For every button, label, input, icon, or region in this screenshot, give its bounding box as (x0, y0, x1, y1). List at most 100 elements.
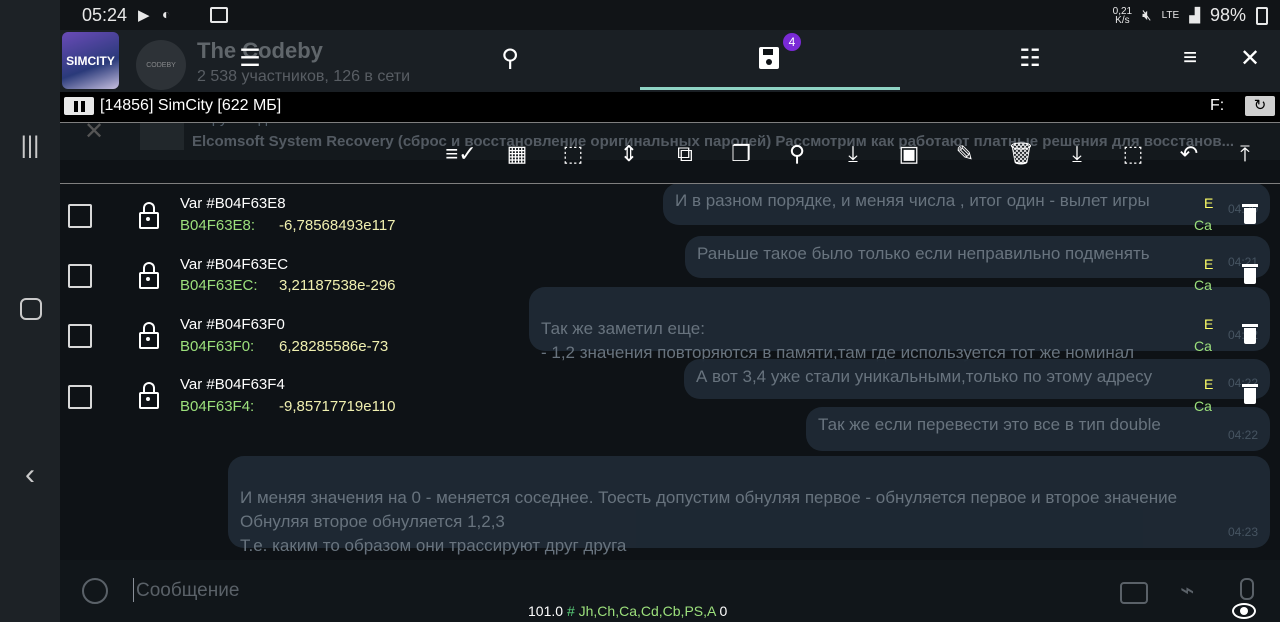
refresh-icon[interactable]: ↻ (1245, 96, 1275, 116)
camera-icon[interactable] (1120, 582, 1148, 604)
trash-icon[interactable] (1240, 322, 1260, 346)
gg-status-line: 101.0 # Jh,Ch,Ca,Cd,Cb,PS,A 0 (528, 603, 727, 619)
message-bubble[interactable]: Раньше такое было только если неправильн… (685, 236, 1270, 278)
message-text: И в разном порядке, и меняя числа , итог… (675, 191, 1150, 210)
row-flag-ca: Ca (1194, 277, 1212, 293)
divider (60, 122, 1280, 123)
row-checkbox[interactable] (68, 385, 92, 409)
active-tab-indicator (640, 87, 900, 90)
attach-icon[interactable]: ⌁ (1180, 576, 1194, 605)
message-bubble[interactable]: И меняя значения на 0 - меняется соседне… (228, 456, 1270, 555)
lock-icon[interactable] (138, 262, 160, 289)
message-time: 04:22 (1227, 428, 1258, 442)
row-checkbox[interactable] (68, 204, 92, 228)
edit-icon[interactable]: ✎ (947, 140, 983, 168)
row-name: Var #B04F63F4 (180, 376, 285, 393)
message-text: И меняя значения на 0 - меняется соседне… (240, 488, 1178, 555)
results-count: 0 (719, 603, 728, 619)
row-flag-ca: Ca (1194, 398, 1212, 414)
saved-list-icon[interactable] (759, 47, 779, 69)
load-icon[interactable]: ⤓ (835, 140, 871, 168)
android-nav-bar: ||| ‹ (0, 0, 60, 622)
speed-value: 101.0 (528, 603, 564, 619)
select-region-icon[interactable]: ▣ (891, 140, 927, 168)
lte-label: LTE (1161, 10, 1180, 21)
message-text: Так же если перевести это все в тип doub… (818, 415, 1161, 434)
chat-avatar[interactable]: CODEBY (136, 40, 186, 90)
row-name: Var #B04F63E8 (180, 195, 286, 212)
row-flag-ca: Ca (1194, 217, 1212, 233)
settings-sliders-icon[interactable]: ☰ (230, 44, 270, 73)
row-name: Var #B04F63F0 (180, 316, 285, 333)
row-name: Var #B04F63EC (180, 256, 289, 273)
message-input[interactable]: Сообщение (136, 580, 239, 602)
emoji-icon[interactable] (82, 578, 108, 604)
play-icon: ▶ (138, 7, 150, 24)
vpn-icon: ◐ (162, 6, 171, 22)
row-address: B04F63F0: (180, 338, 255, 355)
message-time: 04:23 (1227, 525, 1258, 539)
home-icon[interactable] (20, 298, 42, 320)
trash-icon[interactable] (1240, 262, 1260, 286)
menu-icon[interactable]: ≡ (1170, 44, 1210, 72)
text-cursor (133, 578, 134, 602)
message-bubble[interactable]: Так же заметил еще: - 1,2 значения повто… (529, 287, 1270, 362)
offset-icon[interactable]: ⇕ (611, 140, 647, 168)
row-value[interactable]: -9,85717719e110 (279, 398, 396, 415)
trash-icon[interactable] (1240, 202, 1260, 226)
signal-icon: ▟ (1189, 7, 1200, 23)
select-all-icon[interactable]: ≡✓ (443, 140, 479, 168)
calculator-icon[interactable]: ▦ (499, 140, 535, 168)
undo-icon[interactable]: ↶ (1171, 140, 1207, 168)
message-bubble[interactable]: И в разном порядке, и меняя числа , итог… (663, 183, 1270, 225)
memory-regions: Jh,Ch,Ca,Cd,Cb,PS,A (578, 603, 716, 619)
status-bar (60, 0, 1280, 30)
select-box-icon[interactable]: ⬚ (1115, 140, 1151, 168)
pause-button[interactable] (64, 97, 94, 115)
row-flag-e: E (1204, 195, 1214, 211)
row-value[interactable]: 3,21187538e-296 (279, 277, 396, 294)
hash-symbol: # (566, 603, 575, 619)
deselect-icon[interactable]: ⬚ (555, 140, 591, 168)
microphone-icon[interactable] (1240, 578, 1254, 600)
search-icon[interactable]: ⚲ (490, 44, 530, 73)
f-label: F: (1210, 97, 1225, 114)
close-icon[interactable]: ✕ (1230, 44, 1270, 73)
row-value[interactable]: 6,28285586e-73 (279, 338, 388, 355)
row-flag-e: E (1204, 316, 1214, 332)
message-bubble[interactable]: А вот 3,4 уже стали уникальными,только п… (684, 359, 1270, 399)
message-text: А вот 3,4 уже стали уникальными,только п… (696, 367, 1153, 386)
row-checkbox[interactable] (68, 324, 92, 348)
upload-icon[interactable]: ⤒ (1227, 140, 1263, 168)
eye-icon[interactable] (1232, 603, 1256, 619)
trash-icon[interactable] (1240, 382, 1260, 406)
row-value[interactable]: -6,78568493e117 (279, 217, 396, 234)
row-flag-e: E (1204, 376, 1214, 392)
row-address: B04F63E8: (180, 217, 256, 234)
back-icon[interactable]: ‹ (0, 458, 60, 492)
app-icon-simcity[interactable]: SIMCITY (62, 32, 119, 89)
copy-icon[interactable]: ❐ (723, 140, 759, 168)
lock-icon[interactable] (138, 202, 160, 229)
list-icon[interactable]: ☷ (1010, 44, 1050, 73)
row-address: B04F63F4: (180, 398, 255, 415)
delete-icon[interactable]: 🗑︎ (1003, 140, 1039, 168)
goto-address-icon[interactable]: ⧉ (667, 140, 703, 168)
download-icon[interactable]: ⤓ (1059, 140, 1095, 168)
status-time: 05:24 (82, 5, 128, 25)
row-checkbox[interactable] (68, 264, 92, 288)
chat-subtitle: 2 538 участников, 126 в сети (197, 68, 411, 85)
row-address: B04F63EC: (180, 277, 258, 294)
battery-icon (1256, 6, 1268, 25)
lock-icon[interactable] (138, 322, 160, 349)
recent-apps-icon[interactable]: ||| (0, 132, 60, 160)
gallery-icon (210, 7, 228, 23)
net-speed: 0,21 K/s (1112, 5, 1133, 26)
saved-count-badge: 4 (783, 33, 801, 51)
message-text: Так же заметил еще: - 1,2 значения повто… (541, 319, 1135, 362)
divider (60, 183, 1280, 184)
message-text: Раньше такое было только если неправильн… (697, 244, 1150, 263)
lock-icon[interactable] (138, 382, 160, 409)
search-nearby-icon[interactable]: ⚲ (779, 140, 815, 168)
process-label[interactable]: [14856] SimCity [622 МБ] (100, 97, 281, 115)
